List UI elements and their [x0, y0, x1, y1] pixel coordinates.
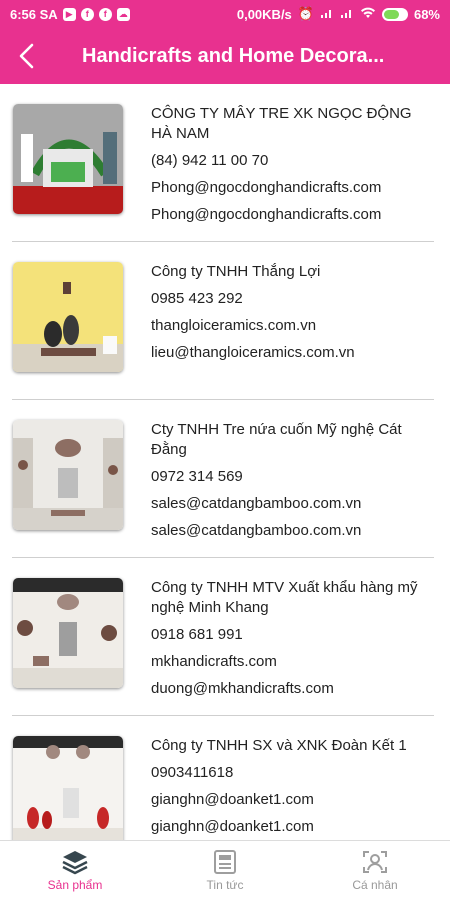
company-phone[interactable]: 0985 423 292 [151, 289, 436, 309]
nav-products[interactable]: Sản phẩm [0, 841, 150, 900]
company-name: Công ty TNHH SX và XNK Đoàn Kết 1 [151, 737, 407, 754]
list-item[interactable]: Công ty TNHH MTV Xuất khẩu hàng mỹ nghệ … [12, 558, 434, 716]
company-website[interactable]: thangloiceramics.com.vn [151, 316, 436, 336]
list-item[interactable]: Công ty TNHH SX và XNK Đoàn Kết 1 090341… [12, 716, 434, 840]
company-thumbnail[interactable] [13, 262, 123, 372]
nav-profile[interactable]: Cá nhân [300, 841, 450, 900]
layers-icon [62, 851, 88, 875]
wifi-icon [360, 7, 376, 22]
facebook-icon: f [80, 7, 94, 21]
facebook-icon: f [98, 7, 112, 21]
battery-icon [381, 7, 408, 21]
list-item[interactable]: Công ty TNHH Thắng Lợi 0985 423 292 than… [12, 242, 434, 400]
list-item[interactable]: Cty TNHH Tre nứa cuốn Mỹ nghệ Cát Đằng 0… [12, 400, 434, 558]
company-thumbnail[interactable] [13, 420, 123, 530]
cloud-icon: ☁ [116, 7, 130, 21]
signal-icon [340, 7, 354, 22]
company-name: Công ty TNHH Thắng Lợi [151, 263, 321, 280]
company-name: Công ty TNHH MTV Xuất khẩu hàng mỹ nghệ … [151, 579, 418, 616]
company-thumbnail[interactable] [13, 104, 123, 214]
battery-percent: 68% [413, 6, 440, 22]
news-icon [214, 850, 236, 874]
company-thumbnail[interactable] [13, 578, 123, 688]
company-email[interactable]: sales@catdangbamboo.com.vn [151, 521, 436, 541]
status-time: 6:56 SA [10, 6, 58, 22]
company-website[interactable]: sales@catdangbamboo.com.vn [151, 494, 436, 514]
nav-news-label: Tin tức [206, 878, 244, 892]
youtube-icon: ▶ [62, 7, 76, 21]
profile-icon [363, 851, 387, 873]
signal-icon [320, 7, 334, 22]
bottom-navigation: Sản phẩm Tin tức Cá nhân [0, 840, 450, 900]
company-phone[interactable]: 0903411618 [151, 763, 436, 783]
back-button[interactable] [0, 28, 54, 84]
nav-news[interactable]: Tin tức [150, 841, 300, 900]
company-website[interactable]: Phong@ngocdonghandicrafts.com [151, 178, 436, 198]
back-arrow-icon [19, 43, 34, 69]
list-item[interactable]: CÔNG TY MÂY TRE XK NGỌC ĐỘNG HÀ NAM (84)… [12, 84, 434, 242]
status-bar: 6:56 SA ▶ f f ☁ 0,00KB/s ⏰ 68% [0, 0, 450, 28]
nav-products-label: Sản phẩm [47, 878, 103, 892]
company-thumbnail[interactable] [13, 736, 123, 840]
company-phone[interactable]: 0972 314 569 [151, 467, 436, 487]
page-title: Handicrafts and Home Decora... [82, 44, 385, 67]
company-name: Cty TNHH Tre nứa cuốn Mỹ nghệ Cát Đằng [151, 421, 402, 458]
company-website[interactable]: gianghn@doanket1.com [151, 790, 436, 810]
company-email[interactable]: gianghn@doanket1.com [151, 817, 436, 837]
app-bar: Handicrafts and Home Decora... [0, 28, 450, 84]
nav-profile-label: Cá nhân [352, 878, 398, 892]
company-phone[interactable]: (84) 942 11 00 70 [151, 151, 436, 171]
company-email[interactable]: duong@mkhandicrafts.com [151, 679, 436, 699]
company-name: CÔNG TY MÂY TRE XK NGỌC ĐỘNG HÀ NAM [151, 105, 412, 142]
company-phone[interactable]: 0918 681 991 [151, 625, 436, 645]
alarm-icon: ⏰ [297, 6, 314, 21]
company-list[interactable]: CÔNG TY MÂY TRE XK NGỌC ĐỘNG HÀ NAM (84)… [0, 84, 450, 840]
network-speed: 0,00KB/s [236, 6, 292, 22]
company-email[interactable]: lieu@thangloiceramics.com.vn [151, 343, 436, 363]
company-website[interactable]: mkhandicrafts.com [151, 652, 436, 672]
company-email[interactable]: Phong@ngocdonghandicrafts.com [151, 205, 436, 225]
